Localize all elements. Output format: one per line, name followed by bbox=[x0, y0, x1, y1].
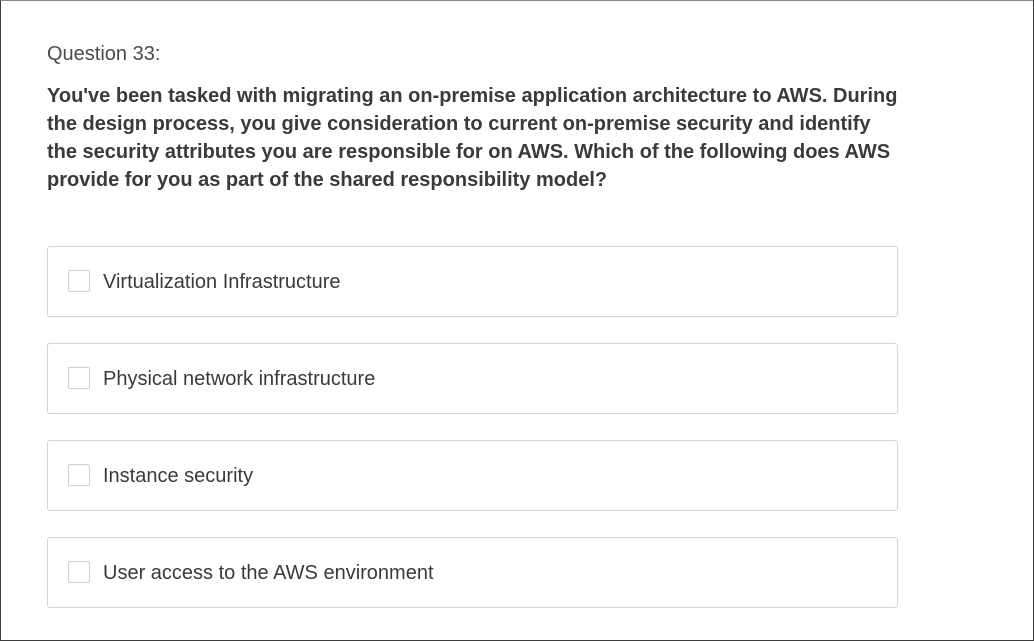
checkbox[interactable] bbox=[68, 270, 90, 292]
question-content: Question 33: You've been tasked with mig… bbox=[47, 41, 898, 608]
answer-option-label: Physical network infrastructure bbox=[103, 368, 376, 390]
quiz-panel: Question 33: You've been tasked with mig… bbox=[0, 0, 1034, 641]
checkbox[interactable] bbox=[68, 561, 90, 583]
answer-option-label: Instance security bbox=[103, 465, 254, 487]
answer-option-label: Virtualization Infrastructure bbox=[103, 271, 341, 293]
question-number: Question 33: bbox=[47, 43, 161, 65]
answer-option[interactable]: Virtualization Infrastructure bbox=[47, 246, 898, 317]
answer-options: Virtualization Infrastructure Physical n… bbox=[47, 246, 898, 634]
answer-option[interactable]: Physical network infrastructure bbox=[47, 343, 898, 414]
question-text: You've been tasked with migrating an on-… bbox=[47, 85, 898, 191]
answer-option[interactable]: Instance security bbox=[47, 440, 898, 511]
checkbox[interactable] bbox=[68, 464, 90, 486]
answer-option[interactable]: User access to the AWS environment bbox=[47, 537, 898, 608]
checkbox[interactable] bbox=[68, 367, 90, 389]
answer-option-label: User access to the AWS environment bbox=[103, 562, 434, 584]
